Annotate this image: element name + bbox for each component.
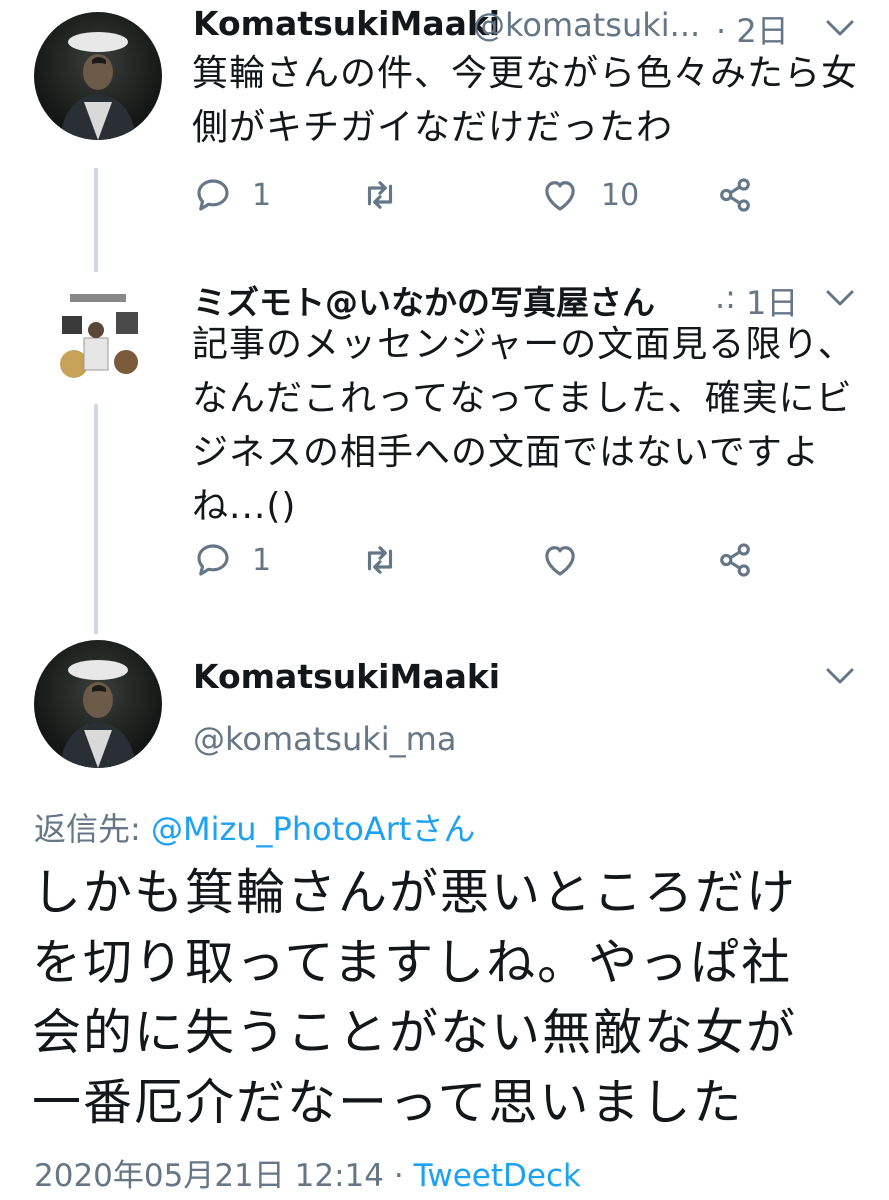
avatar-photo [60,32,136,140]
reply-count: 1 [252,543,272,578]
chevron-down-icon[interactable] [820,8,860,48]
reply-button[interactable] [190,537,236,583]
tweet-text-line: なんだこれってなってました、確実にビ [192,378,853,419]
retweet-icon [367,181,393,209]
tweet-text-line: ね...() [192,486,297,527]
tweet-meta: 2020年05月21日 12:14 · TweetDeck [34,1150,581,1195]
share-icon [720,543,750,577]
tweet-text-line: を切り取ってますしね。やっぱ社 [32,934,793,991]
tweet-text: 記事のメッセンジャーの文面見る限り、 なんだこれってなってました、確実にビ ジネ… [192,318,882,534]
thread-line [94,404,98,634]
tweet-text: 箕輪さんの件、今更ながら色々みたら女 側がキチガイなだけだったわ [192,47,872,155]
handle[interactable]: .: [715,278,736,316]
like-button[interactable] [537,537,583,583]
like-count: 10 [601,178,640,213]
share-button[interactable] [712,172,758,218]
tweet-text-line: 一番厄介だなーって思いました [32,1074,744,1131]
avatar-photo [36,274,160,398]
chevron-down-icon[interactable] [820,656,860,696]
tweet-text-line: 箕輪さんの件、今更ながら色々みたら女 [192,53,859,94]
reply-to: 返信先: @Mizu_PhotoArtさん [34,804,475,850]
chevron-down-icon[interactable] [820,278,860,318]
heart-icon [545,181,575,211]
retweet-button[interactable] [357,537,403,583]
display-name[interactable]: KomatsukiMaaki [193,4,500,43]
avatar-photo [60,660,136,768]
reply-count: 1 [252,178,272,213]
retweet-button[interactable] [357,172,403,218]
reply-icon [197,179,229,211]
display-name[interactable]: KomatsukiMaaki [193,657,500,696]
tweet-text-line: しかも箕輪さんが悪いところだけ [32,864,798,921]
share-icon [720,178,750,212]
thread-line [94,168,98,278]
reply-button[interactable] [190,172,236,218]
tweet-text-line: ジネスの相手への文面ではないですよ [192,432,820,473]
tweet-text-line: 側がキチガイなだけだったわ [192,107,674,148]
avatar[interactable] [34,272,162,400]
retweet-icon [367,546,393,574]
client-link[interactable]: TweetDeck [414,1158,581,1194]
tweet-text: しかも箕輪さんが悪いところだけ を切り取ってますしね。やっぱ社 会的に失うことが… [32,858,882,1138]
tweet-text-line: 記事のメッセンジャーの文面見る限り、 [192,324,855,365]
heart-icon [545,546,575,576]
timestamp[interactable]: · 2日 [716,6,789,52]
tweet-text-line: 会的に失うことがない無敵な女が [32,1004,798,1061]
reply-to-link[interactable]: @Mizu_PhotoArtさん [151,810,475,848]
reply-to-label: 返信先: [34,810,141,848]
display-name[interactable]: ミズモト@いなかの写真屋さん [193,276,655,324]
like-button[interactable] [537,172,583,218]
reply-icon [197,544,229,576]
handle[interactable]: @komatsuki_ma [193,720,456,758]
separator: · [393,1158,404,1194]
avatar[interactable] [34,12,162,140]
share-button[interactable] [712,537,758,583]
tweet-timestamp[interactable]: 2020年05月21日 12:14 [34,1158,384,1194]
avatar[interactable] [34,640,162,768]
handle[interactable]: @komatsuki... [473,6,700,44]
